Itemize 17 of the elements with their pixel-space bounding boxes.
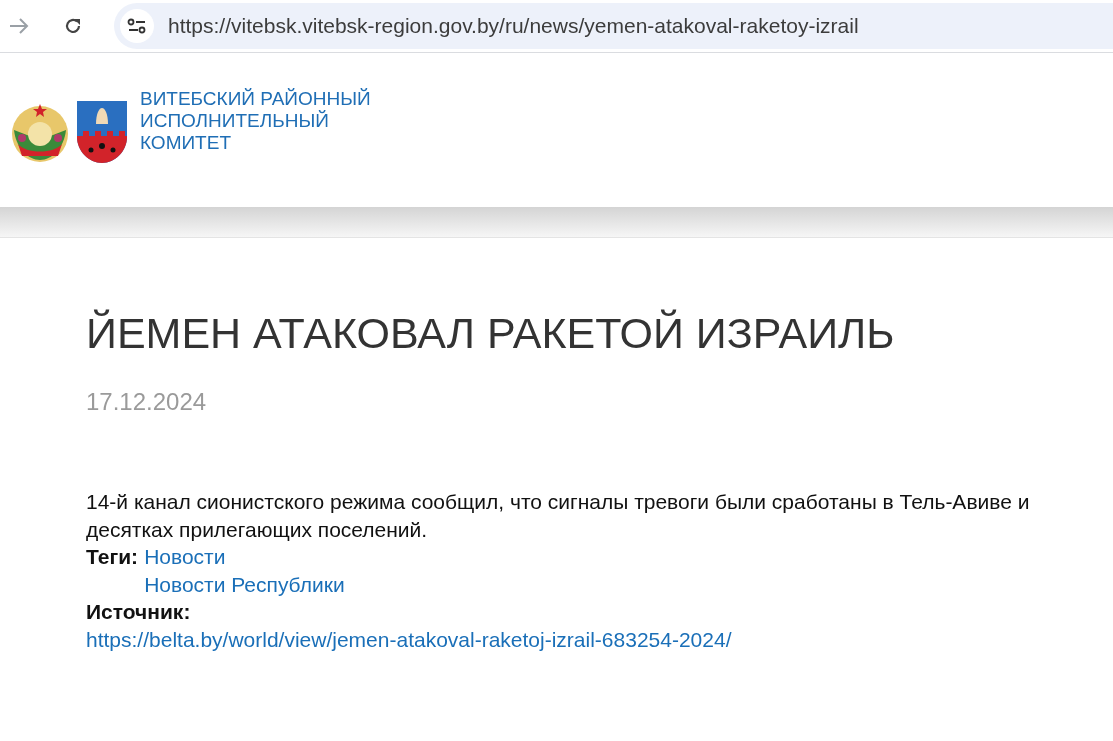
tag-link[interactable]: Новости bbox=[144, 543, 226, 571]
tag-link[interactable]: Новости Республики bbox=[144, 570, 345, 598]
address-bar[interactable]: https://vitebsk.vitebsk-region.gov.by/ru/news/yemen-atakoval-raketoy-izrail bbox=[114, 3, 1113, 49]
source-link[interactable]: https://belta.by/world/view/jemen-atakoval-raketoj-izrail-683254-2024/ bbox=[86, 625, 732, 653]
site-settings-icon[interactable] bbox=[120, 9, 154, 43]
reload-icon[interactable] bbox=[63, 16, 83, 36]
shield-emblem-drawing[interactable] bbox=[76, 100, 128, 164]
article-date: 17.12.2024 bbox=[86, 388, 208, 416]
organization-name[interactable]: ВИТЕБСКИЙ РАЙОННЫЙ bbox=[140, 88, 371, 110]
forward-arrow-icon[interactable] bbox=[8, 17, 30, 35]
organization-name[interactable]: КОМИТЕТ bbox=[140, 132, 371, 154]
source-label: Источник: bbox=[86, 599, 192, 625]
article-text: 14-й канал сионистского режима сообщил, что сигналы тревоги были сработаны в Тель-Авиве и десятках прилегающих поселений. bbox=[86, 489, 1031, 543]
organization-name[interactable]: ИСПОЛНИТЕЛЬНЫЙ bbox=[140, 110, 371, 132]
tags-label: Теги: bbox=[86, 544, 139, 570]
article-title: ЙЕМЕН АТАКОВАЛ РАКЕТОЙ ИЗРАИЛЬ bbox=[86, 308, 896, 358]
url-text: https://vitebsk.vitebsk-region.gov.by/ru/news/yemen-atakoval-raketoy-izrail bbox=[168, 14, 859, 38]
